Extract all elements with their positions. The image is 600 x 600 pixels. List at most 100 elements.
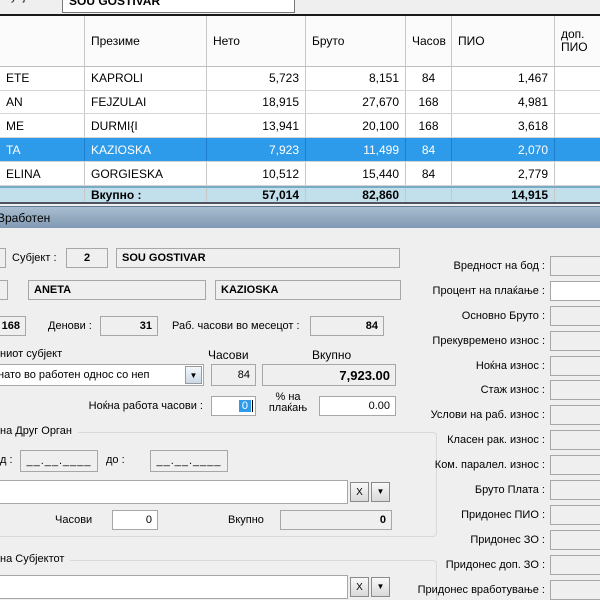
total2-label: Вкупно (228, 514, 264, 526)
group1-caption: ниот субјект (0, 348, 62, 360)
cropped-field-a (0, 248, 6, 268)
value-input[interactable] (550, 281, 600, 301)
value-field (550, 455, 600, 475)
cell-name: AN (0, 91, 85, 114)
panel-row: Придонес ПИО : (408, 505, 600, 525)
dropdown-button[interactable]: ▼ (371, 482, 390, 502)
panel-row: Придонес доп. ЗО : (408, 555, 600, 575)
panel-row: Ноќна износ : (408, 356, 600, 376)
cell-bruto: 15,440 (306, 162, 406, 185)
cell-name: ETE (0, 67, 85, 90)
clear-button[interactable]: X (350, 577, 369, 597)
percent-pay-label: % на плаќањ (260, 392, 316, 414)
value-field (550, 580, 600, 600)
value-field (550, 306, 600, 326)
field-label: Услови на раб. износ : (408, 409, 545, 421)
total-column-label: Вкупно (312, 348, 351, 362)
work-hours-field: 84 (310, 316, 384, 336)
cell-pio: 2,070 (452, 138, 555, 161)
cell-dop-pio (555, 162, 600, 185)
field-label: Процент на плаќање : (408, 285, 545, 297)
table-row[interactable]: ME DURMI{I 13,941 20,100 168 3,618 (0, 114, 600, 138)
table-row[interactable]: ELINA GORGIESKA 10,512 15,440 84 2,779 (0, 162, 600, 186)
subject-combobox[interactable] (0, 575, 348, 599)
value-field (550, 356, 600, 376)
field-label: Придонес вработување : (408, 584, 545, 596)
panel-row: Услови на раб. износ : (408, 405, 600, 425)
cropped-field-b (0, 280, 8, 300)
from-label: д : (0, 454, 13, 466)
table-header-row: Презиме Нето Бруто Часов ПИО доп. ПИО (0, 16, 600, 67)
night-work-label: Ноќна работа часови : (58, 400, 203, 412)
cell-dop-pio (555, 91, 600, 114)
employment-hours-field: 84 (211, 364, 256, 386)
cell-dop-pio (555, 114, 600, 137)
hours2-label: Часови (55, 514, 92, 526)
night-hours-input[interactable]: 0 (211, 396, 256, 416)
hours2-input[interactable]: 0 (112, 510, 158, 530)
chevron-down-icon: ▼ (377, 583, 385, 591)
header-dop-pio: доп. ПИО (555, 16, 600, 66)
total-label: Вкупно : (85, 188, 207, 202)
date-from-input[interactable]: __.__.____ (20, 450, 98, 472)
dropdown-button[interactable]: ▼ (185, 366, 202, 384)
clear-button[interactable]: X (350, 482, 369, 502)
window-title: Вработен (0, 211, 50, 225)
employment-type-combobox[interactable]: нато во работен однос со неп ▼ (0, 364, 204, 386)
field-label: Придонес ЗО : (408, 534, 545, 546)
cell-hours: 84 (406, 67, 452, 90)
header-surname: Презиме (85, 16, 207, 66)
header-hours: Часов (406, 16, 452, 66)
field-label: Класен рак. износ : (408, 434, 545, 446)
employee-form: Субјект : 2 SOU GOSTIVAR ANETA KAZIOSKA … (0, 228, 600, 600)
cell-pio: 3,618 (452, 114, 555, 137)
cell-hours: 84 (406, 162, 452, 185)
cell-surname: FEJZULAI (85, 91, 207, 114)
cell-bruto: 11,499 (306, 138, 406, 161)
header-name (0, 16, 85, 66)
field-label: Ком. паралел. износ : (408, 459, 545, 471)
cell-surname: KAPROLI (85, 67, 207, 90)
clear-icon: X (356, 582, 363, 593)
percent-pay-input[interactable]: 0.00 (319, 396, 396, 416)
other-organ-combobox[interactable] (0, 480, 348, 504)
field-label: Ноќна износ : (408, 360, 545, 372)
subject-field-top[interactable]: SOU GOSTIVAR (62, 0, 295, 13)
text-cursor (252, 400, 253, 412)
cell-hours: 84 (406, 138, 452, 161)
table-row-selected[interactable]: TA KAZIOSKA 7,923 11,499 84 2,070 (0, 138, 600, 162)
selected-text: 0 (239, 400, 251, 412)
table-row[interactable]: ETE KAPROLI 5,723 8,151 84 1,467 (0, 67, 600, 91)
date-to-input[interactable]: __.__.____ (150, 450, 228, 472)
value-field (550, 430, 600, 450)
total-pio: 14,915 (452, 188, 555, 202)
percent-pay-label-line2: плаќањ (269, 402, 307, 414)
panel-row: Придонес ЗО : (408, 530, 600, 550)
value-field (550, 555, 600, 575)
panel-row: Основно Бруто : (408, 306, 600, 326)
amounts-panel: Вредност на бод : Процент на плаќање : О… (408, 256, 600, 600)
field-label: Придонес доп. ЗО : (408, 559, 545, 571)
value-field (550, 380, 600, 400)
subject-code-field: 2 (66, 248, 108, 268)
total-dop-pio (555, 188, 600, 202)
subject-label-top: Субјект : (3, 0, 48, 3)
header-neto: Нето (207, 16, 306, 66)
table-row[interactable]: AN FEJZULAI 18,915 27,670 168 4,981 (0, 91, 600, 115)
employee-window-titlebar: Вработен (0, 206, 600, 228)
cell-pio: 4,981 (452, 91, 555, 114)
last-name-field: KAZIOSKA (215, 280, 401, 300)
work-hours-label: Раб. часови во месецот : (172, 320, 300, 332)
month-hours-field: 168 (0, 316, 26, 336)
cell-name: ME (0, 114, 85, 137)
dropdown-button[interactable]: ▼ (371, 577, 390, 597)
first-name-field: ANETA (28, 280, 206, 300)
cell-bruto: 8,151 (306, 67, 406, 90)
total-neto: 57,014 (207, 188, 306, 202)
table-total-row: Вкупно : 57,014 82,860 14,915 (0, 186, 600, 202)
panel-row: Бруто Плата : (408, 480, 600, 500)
cell-name: TA (0, 138, 85, 161)
cell-pio: 2,779 (452, 162, 555, 185)
cell-dop-pio (555, 138, 600, 161)
value-field (550, 530, 600, 550)
